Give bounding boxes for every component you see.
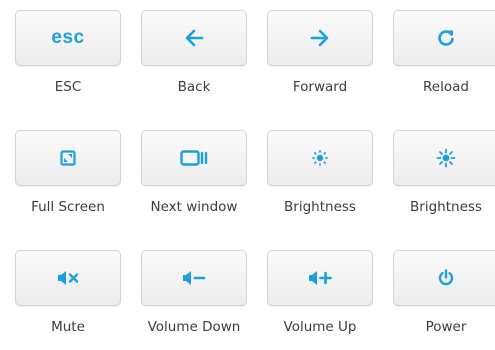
key-cell-brightness-down: Brightness (252, 120, 378, 230)
arrow-left-icon (184, 29, 204, 47)
next-window-key-label: Next window (150, 199, 238, 215)
back-key[interactable] (141, 10, 247, 66)
reload-icon (436, 28, 456, 48)
forward-key-label: Forward (292, 79, 348, 95)
key-cell-brightness-up: Brightness (378, 120, 495, 230)
mute-key-label: Mute (51, 319, 85, 335)
power-key[interactable] (393, 250, 495, 306)
esc-key-text: esc (51, 27, 85, 48)
full-screen-icon (60, 150, 76, 166)
key-cell-power: Power (378, 240, 495, 350)
brightness-up-key[interactable] (393, 130, 495, 186)
volume-down-icon (182, 270, 206, 286)
esc-key[interactable]: esc (15, 10, 121, 66)
brightness-down-key[interactable] (267, 130, 373, 186)
next-window-key[interactable] (141, 130, 247, 186)
forward-key[interactable] (267, 10, 373, 66)
volume-up-key-label: Volume Up (283, 319, 357, 335)
brightness-down-key-label: Brightness (284, 199, 356, 215)
volume-down-key[interactable] (141, 250, 247, 306)
mute-icon (57, 270, 79, 286)
full-screen-key[interactable] (15, 130, 121, 186)
esc-key-label: ESC (54, 79, 82, 95)
reload-key-label: Reload (423, 79, 469, 95)
key-cell-reload: Reload (378, 0, 495, 110)
chromebook-keyboard-keys: esc ESC Back Forward Reload Full Screen … (0, 0, 495, 346)
power-icon (437, 269, 455, 287)
reload-key[interactable] (393, 10, 495, 66)
next-window-icon (180, 150, 208, 166)
mute-key[interactable] (15, 250, 121, 306)
brightness-down-icon (311, 149, 329, 167)
brightness-up-key-label: Brightness (410, 199, 482, 215)
key-cell-back: Back (126, 0, 252, 110)
key-cell-volume-up: Volume Up (252, 240, 378, 350)
power-key-label: Power (425, 319, 467, 335)
volume-down-key-label: Volume Down (147, 319, 241, 335)
key-cell-esc: esc ESC (0, 0, 126, 110)
key-cell-forward: Forward (252, 0, 378, 110)
key-cell-mute: Mute (0, 240, 126, 350)
volume-up-key[interactable] (267, 250, 373, 306)
volume-up-icon (308, 270, 332, 286)
brightness-up-icon (436, 148, 456, 168)
arrow-right-icon (310, 29, 330, 47)
full-screen-key-label: Full Screen (31, 199, 105, 215)
back-key-label: Back (177, 79, 211, 95)
key-cell-volume-down: Volume Down (126, 240, 252, 350)
key-cell-full-screen: Full Screen (0, 120, 126, 230)
key-cell-next-window: Next window (126, 120, 252, 230)
